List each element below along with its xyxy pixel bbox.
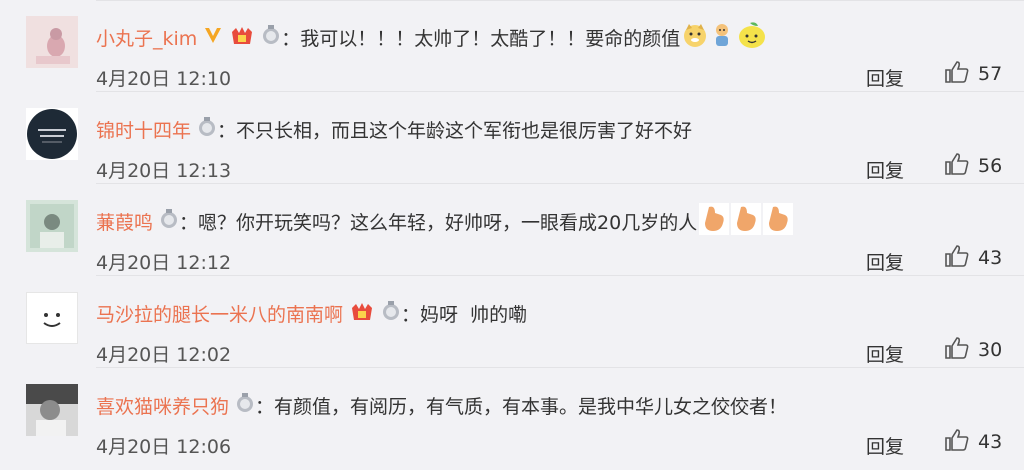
like-button[interactable]: 43 <box>944 428 1002 456</box>
hand-emoji-icon <box>731 202 762 240</box>
username-link[interactable]: 马沙拉的腿长一米八的南南啊 <box>96 300 343 327</box>
reply-button[interactable]: 回复 <box>866 64 904 91</box>
reply-button[interactable]: 回复 <box>866 156 904 183</box>
username-link[interactable]: 蒹葭鸣 <box>96 208 153 235</box>
username-link[interactable]: 锦时十四年 <box>96 116 191 143</box>
level-medal-icon <box>197 116 217 142</box>
username-link[interactable]: 喜欢猫咪养只狗 <box>96 392 229 419</box>
comment-text: ：有颜值，有阅历，有气质，有本事。是我中华儿女之佼佼者！ <box>255 395 788 418</box>
verified-v-icon <box>203 25 223 50</box>
reply-button[interactable]: 回复 <box>866 340 904 367</box>
level-medal-icon <box>381 300 401 326</box>
comment-time: 4月20日 12:06 <box>96 436 232 458</box>
like-button[interactable]: 43 <box>944 244 1002 272</box>
like-count: 56 <box>978 155 1003 177</box>
avatar[interactable] <box>26 200 78 252</box>
like-button[interactable]: 56 <box>944 152 1002 180</box>
comment-item: 锦时十四年 ：不只长相，而且这个年龄这个军衔也是很厉害了好不好 4月20日 12… <box>0 92 1024 184</box>
comment-item: 马沙拉的腿长一米八的南南啊 ：妈呀 帅的嘞 4月20日 12:02 回复 30 <box>0 276 1024 368</box>
doge-emoji-icon <box>682 22 708 53</box>
thumbs-up-icon <box>944 152 970 180</box>
comment-text: ：不只长相，而且这个年龄这个军衔也是很厉害了好不好 <box>217 119 693 142</box>
comment-time: 4月20日 12:13 <box>96 160 232 182</box>
avatar[interactable] <box>26 384 78 436</box>
like-count: 30 <box>978 339 1003 361</box>
like-button[interactable]: 30 <box>944 336 1002 364</box>
like-count: 43 <box>978 431 1003 453</box>
like-button[interactable]: 57 <box>944 60 1002 88</box>
comment-text: ：嗯？你开玩笑吗？这么年轻，好帅呀，一眼看成20几岁的人 <box>179 211 698 234</box>
face-emoji-icon <box>710 22 734 53</box>
comment-item: 蒹葭鸣 ：嗯？你开玩笑吗？这么年轻，好帅呀，一眼看成20几岁的人 4月20日 1… <box>0 184 1024 276</box>
like-count: 43 <box>978 247 1003 269</box>
thumbs-up-icon <box>944 60 970 88</box>
comment-item: 喜欢猫咪养只狗 ：有颜值，有阅历，有气质，有本事。是我中华儿女之佼佼者！ 4月2… <box>0 368 1024 460</box>
hand-emoji-icon <box>763 202 794 240</box>
comment-text: ：我可以！！！太帅了！太酷了！！要命的颜值 <box>281 27 681 50</box>
thumbs-up-icon <box>944 336 970 364</box>
avatar[interactable] <box>26 292 78 344</box>
lemon-emoji-icon <box>736 20 768 55</box>
avatar[interactable] <box>26 108 78 160</box>
level-medal-icon <box>159 208 179 234</box>
level-medal-icon <box>235 392 255 418</box>
comment-time: 4月20日 12:02 <box>96 344 232 366</box>
comment-text: ：妈呀 帅的嘞 <box>401 303 528 326</box>
thumbs-up-icon <box>944 244 970 272</box>
reply-button[interactable]: 回复 <box>866 432 904 459</box>
reply-button[interactable]: 回复 <box>866 248 904 275</box>
comment-time: 4月20日 12:10 <box>96 68 232 90</box>
like-count: 57 <box>978 63 1003 85</box>
comment-time: 4月20日 12:12 <box>96 252 232 274</box>
avatar[interactable] <box>26 16 78 68</box>
vip-crown-icon <box>229 24 255 51</box>
vip-crown-icon <box>349 300 375 327</box>
comment-item: 小丸子_kim ：我可以！！！太帅了！太酷了！！要命的颜值 4月20日 12:1… <box>0 0 1024 92</box>
username-link[interactable]: 小丸子_kim <box>96 24 197 51</box>
hand-emoji-icon <box>699 202 730 240</box>
level-medal-icon <box>261 24 281 50</box>
thumbs-up-icon <box>944 428 970 456</box>
